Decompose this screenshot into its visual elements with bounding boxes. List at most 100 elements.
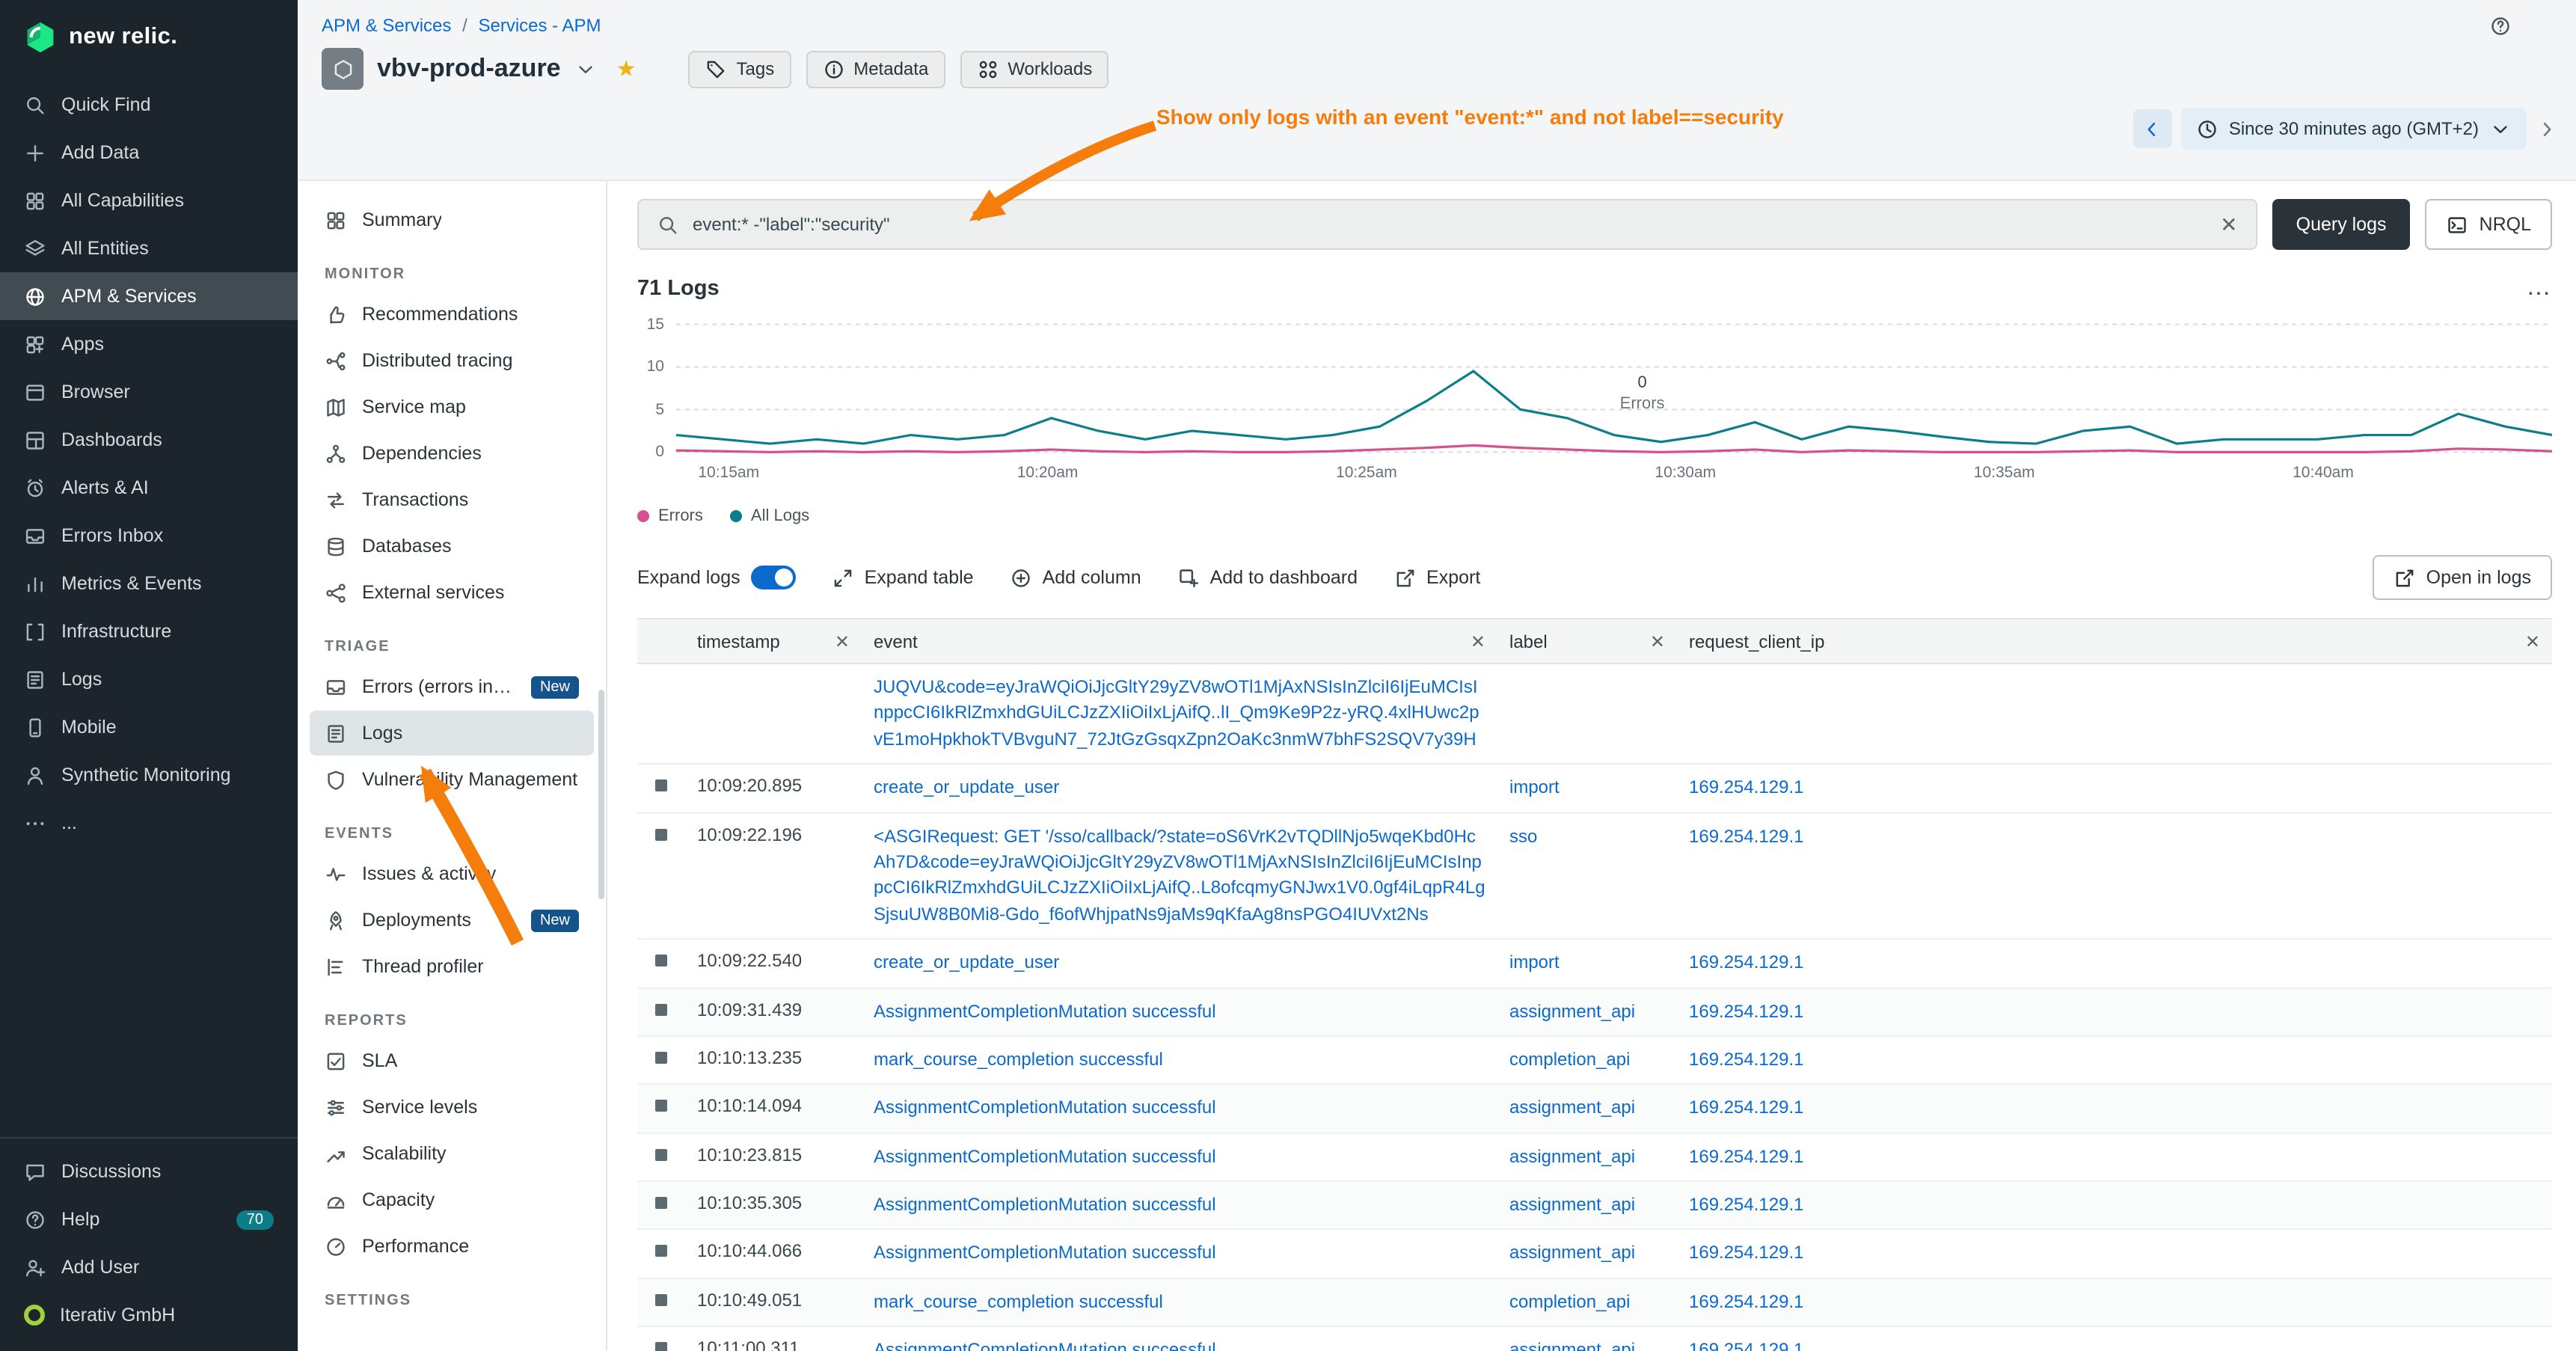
subnav-item-dependencies[interactable]: Dependencies xyxy=(310,431,594,476)
sidebar-item-more[interactable]: ... xyxy=(0,799,298,847)
time-picker[interactable]: Since 30 minutes ago (GMT+2) xyxy=(2181,108,2527,150)
table-row[interactable]: 10:09:20.895create_or_update_userimport1… xyxy=(637,765,2552,813)
ip-link[interactable]: 169.254.129.1 xyxy=(1689,1340,1804,1351)
label-link[interactable]: assignment_api xyxy=(1509,1340,1635,1351)
label-link[interactable]: assignment_api xyxy=(1509,1145,1635,1166)
sidebar-item-apm-services[interactable]: APM & Services xyxy=(0,272,298,320)
ip-link[interactable]: 169.254.129.1 xyxy=(1689,1194,1804,1215)
row-marker-icon[interactable] xyxy=(655,1294,667,1306)
ip-link[interactable]: 169.254.129.1 xyxy=(1689,776,1804,797)
subnav-item-errors-errors-inb[interactable]: Errors (errors inb...New xyxy=(310,664,594,709)
table-row[interactable]: 10:10:44.066AssignmentCompletionMutation… xyxy=(637,1231,2552,1279)
label-link[interactable]: assignment_api xyxy=(1509,1194,1635,1215)
subnav-item-vulnerability-management[interactable]: Vulnerability Management xyxy=(310,757,594,802)
subnav-item-external-services[interactable]: External services xyxy=(310,570,594,615)
label-link[interactable]: assignment_api xyxy=(1509,1097,1635,1118)
label-link[interactable]: completion_api xyxy=(1509,1049,1630,1070)
event-link[interactable]: JUQVU&code=eyJraWQiOiJjcGltY29yZV8wOTl1M… xyxy=(874,676,1479,750)
sidebar-item-logs[interactable]: Logs xyxy=(0,655,298,703)
event-link[interactable]: AssignmentCompletionMutation successful xyxy=(874,1145,1216,1166)
newrelic-logo[interactable]: new relic. xyxy=(0,0,298,63)
time-back-button[interactable] xyxy=(2133,109,2172,148)
label-link[interactable]: import xyxy=(1509,776,1560,797)
sidebar-item-metrics-events[interactable]: Metrics & Events xyxy=(0,560,298,607)
event-link[interactable]: AssignmentCompletionMutation successful xyxy=(874,1340,1216,1351)
label-link[interactable]: assignment_api xyxy=(1509,1243,1635,1263)
row-marker-icon[interactable] xyxy=(655,779,667,791)
table-row[interactable]: 10:09:31.439AssignmentCompletionMutation… xyxy=(637,988,2552,1037)
sidebar-item-dashboards[interactable]: Dashboards xyxy=(0,416,298,464)
ip-link[interactable]: 169.254.129.1 xyxy=(1689,1291,1804,1312)
column-header-request-client-ip[interactable]: request_client_ip✕ xyxy=(1677,631,2552,652)
event-link[interactable]: AssignmentCompletionMutation successful xyxy=(874,1000,1216,1021)
nrql-button[interactable]: NRQL xyxy=(2426,199,2552,250)
expand-logs-toggle[interactable]: Expand logs xyxy=(637,566,796,589)
ip-link[interactable]: 169.254.129.1 xyxy=(1689,1000,1804,1021)
label-link[interactable]: completion_api xyxy=(1509,1291,1630,1312)
sidebar-item-browser[interactable]: Browser xyxy=(0,368,298,416)
ip-link[interactable]: 169.254.129.1 xyxy=(1689,1145,1804,1166)
table-row[interactable]: 10:10:49.051mark_course_completion succe… xyxy=(637,1279,2552,1328)
column-header-event[interactable]: event✕ xyxy=(862,631,1497,652)
subnav-item-summary[interactable]: Summary xyxy=(310,197,594,242)
breadcrumb-parent-link[interactable]: APM & Services xyxy=(322,15,451,36)
event-link[interactable]: mark_course_completion successful xyxy=(874,1049,1163,1070)
label-link[interactable]: import xyxy=(1509,952,1560,972)
workloads-button[interactable]: Workloads xyxy=(960,50,1108,88)
sidebar-item-discussions[interactable]: Discussions xyxy=(0,1148,298,1195)
row-marker-icon[interactable] xyxy=(655,1197,667,1209)
permalink-icon[interactable] xyxy=(2533,15,2555,37)
label-link[interactable]: sso xyxy=(1509,825,1537,846)
help-icon[interactable] xyxy=(2489,15,2512,37)
event-link[interactable]: AssignmentCompletionMutation successful xyxy=(874,1194,1216,1215)
toggle-on-icon[interactable] xyxy=(751,566,796,589)
subnav-item-distributed-tracing[interactable]: Distributed tracing xyxy=(310,338,594,383)
ip-link[interactable]: 169.254.129.1 xyxy=(1689,1097,1804,1118)
sidebar-item-add-user[interactable]: Add User xyxy=(0,1243,298,1291)
remove-column-icon[interactable]: ✕ xyxy=(1650,631,1665,652)
export-button[interactable]: Export xyxy=(1393,566,1480,589)
label-link[interactable]: assignment_api xyxy=(1509,1000,1635,1021)
subnav-item-transactions[interactable]: Transactions xyxy=(310,477,594,522)
add-to-dashboard-button[interactable]: Add to dashboard xyxy=(1177,566,1358,589)
subnav-item-logs[interactable]: Logs xyxy=(310,711,594,756)
table-row[interactable]: 10:10:13.235mark_course_completion succe… xyxy=(637,1037,2552,1085)
logs-query-input[interactable]: event:* -"label":"security" ✕ xyxy=(637,199,2257,250)
sidebar-item-help[interactable]: Help70 xyxy=(0,1195,298,1243)
time-forward-button[interactable] xyxy=(2536,117,2558,140)
row-marker-icon[interactable] xyxy=(655,1052,667,1064)
remove-column-icon[interactable]: ✕ xyxy=(2525,631,2540,652)
event-link[interactable]: <ASGIRequest: GET '/sso/callback/?state=… xyxy=(874,825,1485,924)
table-row[interactable]: 10:09:22.540create_or_update_userimport1… xyxy=(637,940,2552,988)
query-logs-button[interactable]: Query logs xyxy=(2272,199,2411,250)
expand-table-button[interactable]: Expand table xyxy=(832,566,974,589)
row-marker-icon[interactable] xyxy=(655,828,667,840)
column-header-timestamp[interactable]: timestamp✕ xyxy=(685,631,862,652)
sidebar-item-synthetic-monitoring[interactable]: Synthetic Monitoring xyxy=(0,751,298,799)
subnav-item-service-levels[interactable]: Service levels xyxy=(310,1085,594,1130)
tags-button[interactable]: Tags xyxy=(689,50,791,88)
event-link[interactable]: create_or_update_user xyxy=(874,952,1059,972)
sidebar-item-add-data[interactable]: Add Data xyxy=(0,129,298,177)
subnav-item-sla[interactable]: SLA xyxy=(310,1038,594,1083)
subnav-item-thread-profiler[interactable]: Thread profiler xyxy=(310,944,594,989)
event-link[interactable]: mark_course_completion successful xyxy=(874,1291,1163,1312)
table-row[interactable]: 10:10:35.305AssignmentCompletionMutation… xyxy=(637,1182,2552,1231)
legend-errors[interactable]: Errors xyxy=(637,507,703,525)
table-row[interactable]: JUQVU&code=eyJraWQiOiJjcGltY29yZV8wOTl1M… xyxy=(637,664,2552,765)
open-in-logs-button[interactable]: Open in logs xyxy=(2373,555,2552,600)
legend-all-logs[interactable]: All Logs xyxy=(730,507,809,525)
row-marker-icon[interactable] xyxy=(655,1148,667,1160)
sidebar-item-errors-inbox[interactable]: Errors Inbox xyxy=(0,512,298,560)
table-row[interactable]: 10:11:00.311AssignmentCompletionMutation… xyxy=(637,1328,2552,1351)
entity-switcher-chevron-icon[interactable] xyxy=(574,58,597,80)
row-marker-icon[interactable] xyxy=(655,1100,667,1112)
sidebar-item-alerts-ai[interactable]: Alerts & AI xyxy=(0,464,298,512)
column-header-label[interactable]: label✕ xyxy=(1497,631,1677,652)
add-column-button[interactable]: Add column xyxy=(1010,566,1141,589)
sidebar-item-all-capabilities[interactable]: All Capabilities xyxy=(0,177,298,224)
row-marker-icon[interactable] xyxy=(655,1343,667,1351)
subnav-item-deployments[interactable]: DeploymentsNew xyxy=(310,898,594,943)
sidebar-item-iterativ-gmbh[interactable]: Iterativ GmbH xyxy=(0,1291,298,1339)
ip-link[interactable]: 169.254.129.1 xyxy=(1689,1049,1804,1070)
